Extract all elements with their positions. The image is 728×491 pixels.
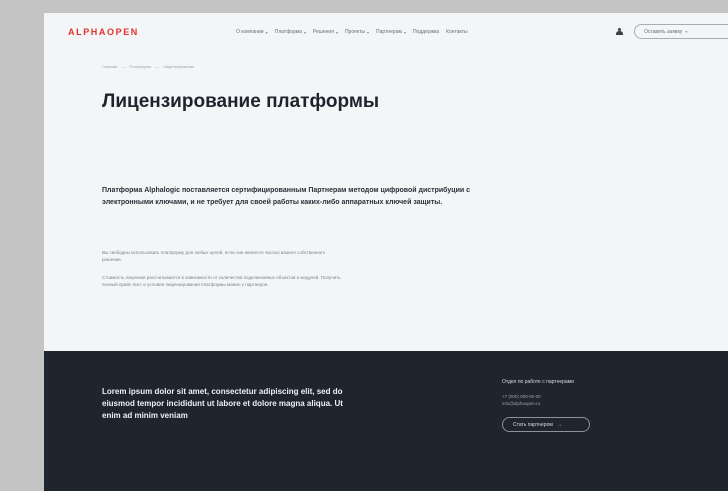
main-nav: О компании ▾ Платформа ▾ Решения ▾ Проекты ▾… [236, 13, 468, 51]
nav-item-label: Проекты [344, 29, 366, 35]
footer-heading: Отдел по работе с партнерами [502, 379, 574, 385]
logo[interactable]: ALPHAOPEN [68, 27, 139, 37]
breadcrumb-item-platform[interactable]: Платформа [129, 64, 151, 69]
nav-item-partners[interactable]: Партнерам ▾ [376, 29, 406, 35]
user-icon[interactable] [616, 28, 623, 35]
nav-item-label: Партнерам [376, 29, 402, 35]
chevron-down-icon: ▾ [403, 29, 406, 35]
chevron-down-icon: ▾ [265, 29, 268, 35]
contact-button[interactable]: Оставить заявку ▾ [634, 24, 728, 39]
chevron-down-icon: ▾ [335, 29, 338, 35]
header: ALPHAOPEN О компании ▾ Платформа ▾ Решения… [44, 13, 728, 51]
body-paragraph: Стоимость лицензии рассчитывается в зави… [102, 275, 341, 287]
nav-item-support[interactable]: Поддержка [413, 29, 439, 35]
page-title: Лицензирование платформы [102, 91, 380, 112]
nav-item-label: Решения [312, 29, 334, 35]
breadcrumb-separator: — [155, 64, 160, 69]
nav-item-platform[interactable]: Платформа ▾ [275, 29, 306, 35]
footer: Lorem ipsum dolor sit amet, consectetur … [44, 351, 728, 491]
nav-item-contacts[interactable]: Контакты [446, 29, 468, 35]
breadcrumb-item-current: Лицензирование [163, 64, 195, 69]
partner-button-label: Стать партнером [513, 421, 553, 428]
footer-email[interactable]: info@alphaopen.ru [502, 401, 682, 408]
become-partner-button[interactable]: Стать партнером → [502, 417, 590, 432]
footer-contacts: Отдел по работе с партнерами +7 (000) 00… [502, 379, 682, 432]
nav-item-label: Поддержка [412, 29, 440, 35]
breadcrumb-item-home[interactable]: Главная [102, 64, 117, 69]
body-paragraph: Вы свободны использовать платформу для л… [102, 250, 326, 262]
breadcrumb-separator: — [121, 64, 126, 69]
chevron-down-icon: ▾ [685, 29, 688, 34]
chevron-down-icon: ▾ [367, 29, 370, 35]
arrow-right-icon: → [556, 421, 562, 428]
contact-button-label: Оставить заявку [644, 28, 683, 35]
nav-item-label: Платформа [274, 29, 302, 35]
nav-item-about[interactable]: О компании ▾ [236, 29, 268, 35]
chevron-down-icon: ▾ [303, 29, 306, 35]
nav-item-label: Контакты [446, 29, 468, 35]
nav-item-projects[interactable]: Проекты ▾ [345, 29, 369, 35]
nav-item-label: О компании [236, 29, 264, 35]
lead-paragraph: Платформа Alphalogic поставляется сертиф… [102, 187, 471, 206]
footer-text: Lorem ipsum dolor sit amet, consectetur … [102, 387, 343, 420]
nav-item-solutions[interactable]: Решения ▾ [313, 29, 338, 35]
page: ALPHAOPEN О компании ▾ Платформа ▾ Решения… [44, 13, 728, 491]
breadcrumb: Главная — Платформа — Лицензирование [102, 64, 194, 69]
